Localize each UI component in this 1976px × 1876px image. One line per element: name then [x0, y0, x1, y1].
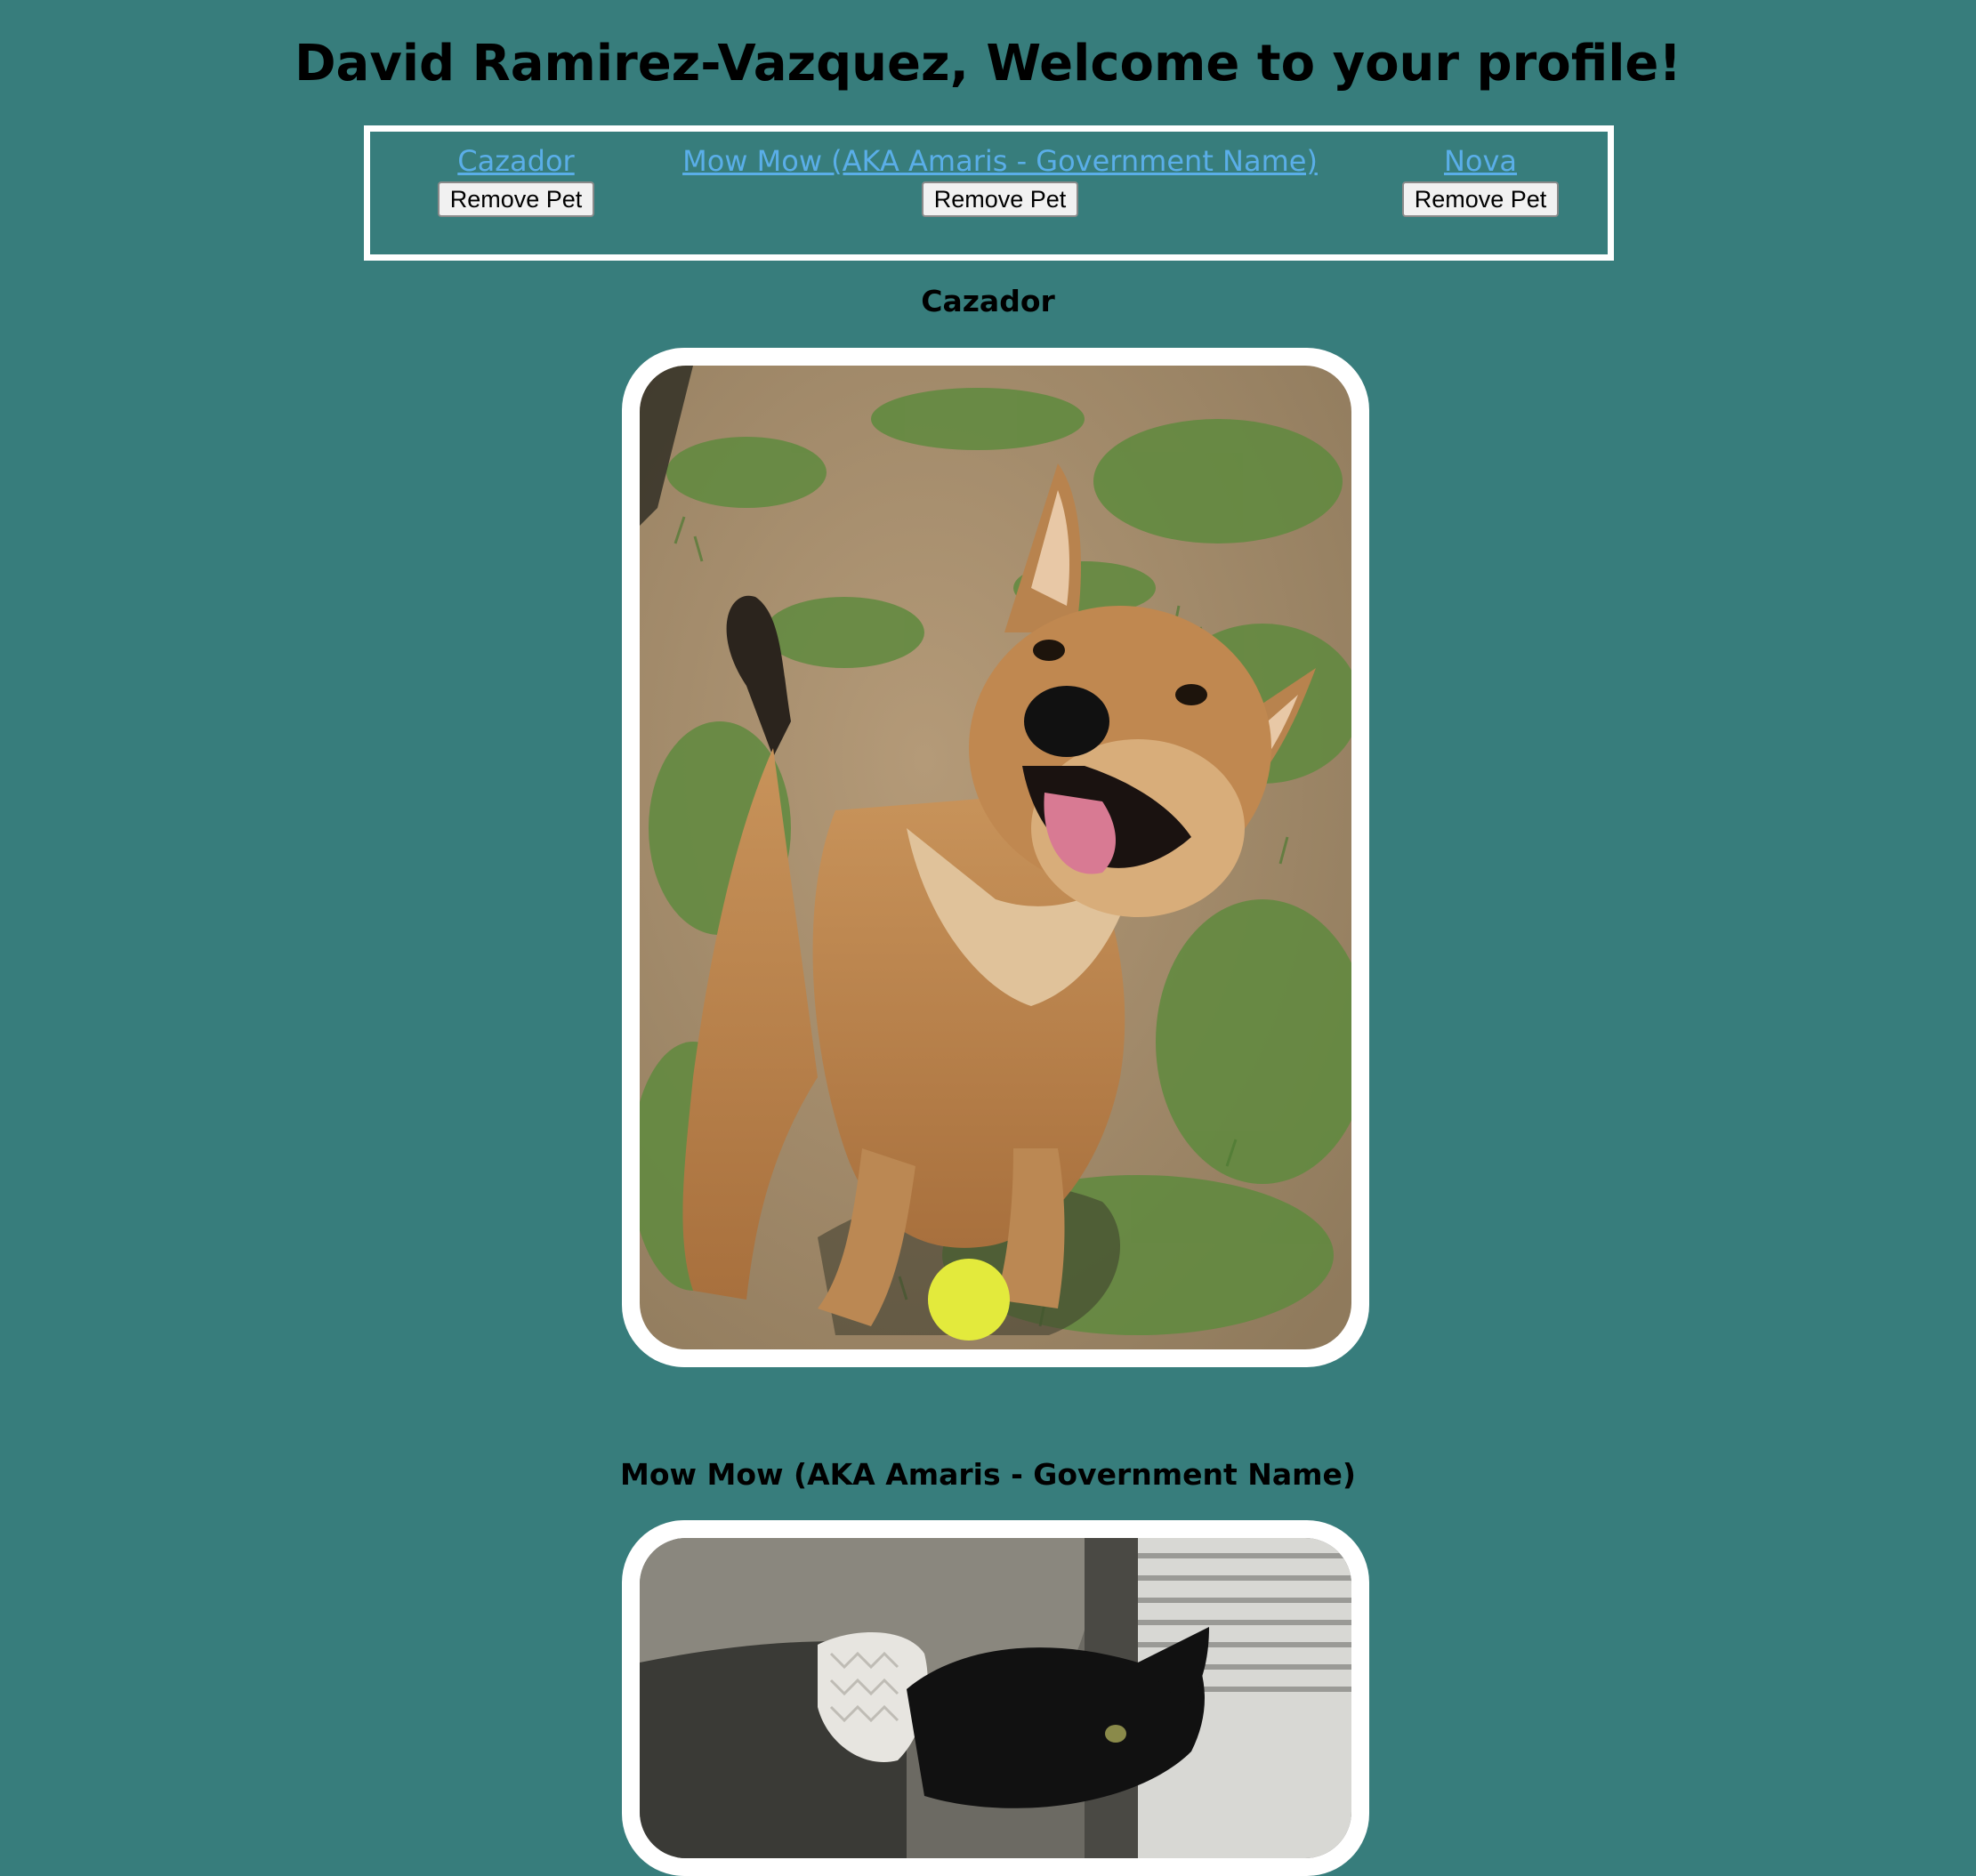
dog-photo [640, 366, 1351, 1349]
pet-heading-cazador: Cazador [921, 284, 1055, 318]
page-title: David Ramirez-Vazquez, Welcome to your p… [294, 35, 1682, 93]
pet-nav-item-mow-mow: Mow Mow (AKA Amaris - Government Name) R… [682, 142, 1318, 217]
pet-link-cazador[interactable]: Cazador [457, 142, 574, 180]
pet-link-nova[interactable]: Nova [1444, 142, 1517, 180]
cat-illustration [640, 1538, 1351, 1858]
pet-photo-frame-cazador [622, 348, 1369, 1367]
pet-link-mow-mow[interactable]: Mow Mow (AKA Amaris - Government Name) [682, 142, 1318, 180]
pet-nav: Cazador Remove Pet Mow Mow (AKA Amaris -… [364, 125, 1614, 261]
remove-pet-button-nova[interactable]: Remove Pet [1401, 181, 1560, 217]
pet-nav-item-nova: Nova Remove Pet [1400, 142, 1561, 217]
cat-photo [640, 1538, 1351, 1858]
remove-pet-button-mow-mow[interactable]: Remove Pet [921, 181, 1079, 217]
pet-heading-mow-mow: Mow Mow (AKA Amaris - Government Name) [620, 1457, 1356, 1492]
remove-pet-button-cazador[interactable]: Remove Pet [437, 181, 595, 217]
pet-photo-frame-mow-mow [622, 1520, 1369, 1876]
pet-nav-item-cazador: Cazador Remove Pet [436, 142, 596, 217]
dog-illustration [640, 366, 1351, 1349]
